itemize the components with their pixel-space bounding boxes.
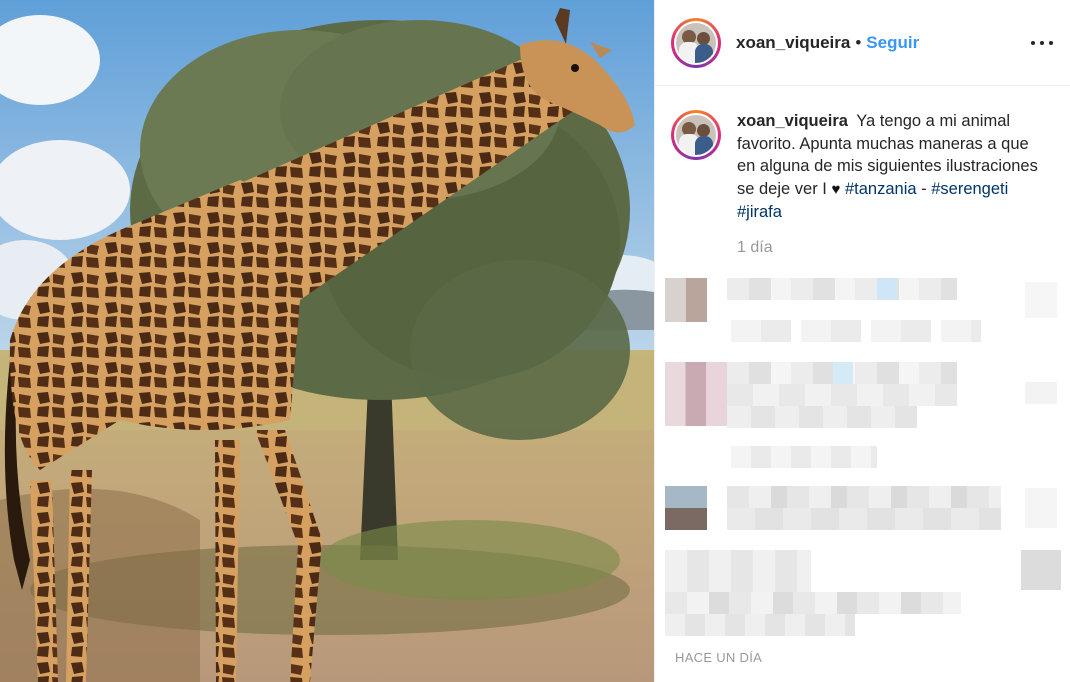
pixelated-text bbox=[731, 320, 981, 342]
pixelated-text bbox=[833, 362, 853, 384]
pixelated-avatar bbox=[665, 362, 727, 426]
hashtag-serengeti[interactable]: #serengeti bbox=[931, 180, 1008, 198]
avatar-frame bbox=[674, 20, 718, 65]
caption-text: xoan_viqueira Ya tengo a mi animal favor… bbox=[737, 110, 1047, 224]
header-separator: • bbox=[855, 32, 862, 52]
pixelated-avatar bbox=[665, 278, 707, 322]
post-side-panel: xoan_viqueira • Seguir xoan_viqueira Ya … bbox=[654, 0, 1070, 682]
caption-body: xoan_viqueira Ya tengo a mi animal favor… bbox=[737, 110, 1047, 257]
pixelated-text bbox=[877, 278, 897, 300]
header-username[interactable]: xoan_viqueira bbox=[736, 33, 850, 53]
caption-avatar-frame bbox=[674, 113, 718, 157]
pixelated-avatar bbox=[665, 550, 811, 594]
hashtag-tanzania[interactable]: #tanzania bbox=[845, 180, 917, 198]
giraffe-photo bbox=[0, 0, 654, 682]
pixelated-text bbox=[727, 486, 1001, 508]
pixelated-block bbox=[1021, 550, 1061, 590]
pixelated-text bbox=[665, 592, 961, 614]
pixelated-block bbox=[1025, 488, 1057, 528]
caption-dash: - bbox=[916, 179, 932, 198]
post-header: xoan_viqueira • Seguir bbox=[655, 0, 1070, 86]
instagram-post: xoan_viqueira • Seguir xoan_viqueira Ya … bbox=[0, 0, 1070, 682]
caption-avatar[interactable] bbox=[671, 110, 721, 160]
caption: xoan_viqueira Ya tengo a mi animal favor… bbox=[671, 110, 1061, 257]
follow-button[interactable]: Seguir bbox=[866, 33, 919, 53]
pixelated-text bbox=[727, 384, 957, 406]
caption-username[interactable]: xoan_viqueira bbox=[737, 112, 848, 130]
pixelated-text bbox=[727, 406, 917, 428]
pixelated-text bbox=[665, 614, 855, 636]
pixelated-avatar bbox=[665, 486, 707, 530]
avatar[interactable] bbox=[671, 17, 721, 68]
caption-avatar-image bbox=[676, 115, 716, 155]
pixelated-block bbox=[1025, 282, 1057, 318]
comments-pixelated bbox=[655, 270, 1070, 646]
pixelated-block bbox=[1025, 382, 1057, 404]
pixelated-text bbox=[731, 446, 877, 468]
pixelated-text bbox=[727, 278, 957, 300]
post-timestamp: HACE UN DÍA bbox=[675, 650, 763, 665]
avatar-image bbox=[676, 22, 716, 63]
caption-time: 1 día bbox=[737, 238, 773, 256]
more-options-icon[interactable] bbox=[1031, 32, 1053, 54]
pixelated-text bbox=[727, 508, 1001, 530]
heart-icon: ♥ bbox=[831, 180, 841, 198]
hashtag-jirafa[interactable]: #jirafa bbox=[737, 203, 782, 221]
post-photo[interactable] bbox=[0, 0, 654, 682]
